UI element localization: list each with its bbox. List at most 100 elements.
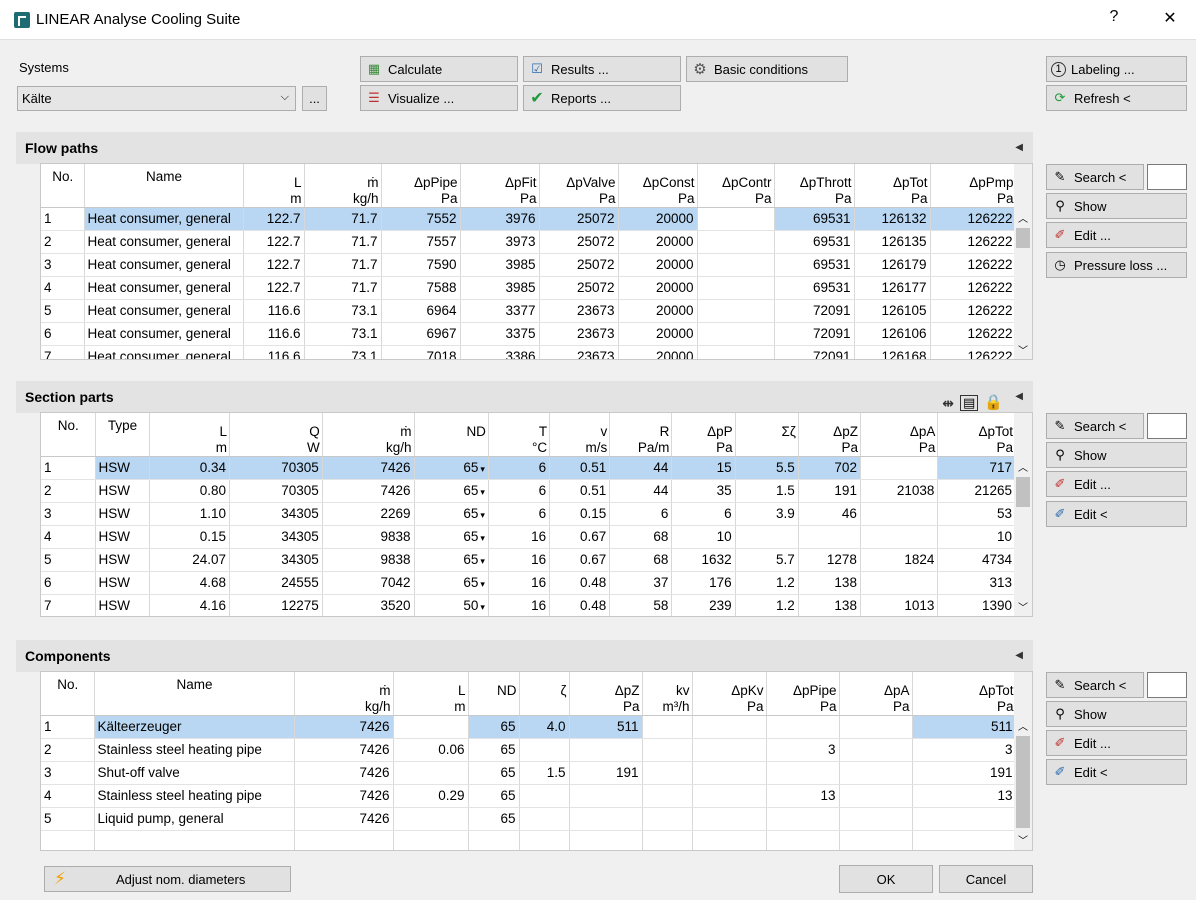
refresh-button[interactable]: ⟳ Refresh <: [1046, 85, 1187, 111]
table-cell[interactable]: 0.67: [549, 525, 611, 549]
table-cell[interactable]: [798, 525, 861, 549]
flow-paths-col-header[interactable]: ΔpPmp Pa: [930, 164, 1017, 208]
flow-paths-col-header[interactable]: ΔpContr Pa: [697, 164, 775, 208]
section-parts-scrollbar[interactable]: ︿ ﹀: [1014, 413, 1032, 616]
section-parts-col-header[interactable]: No.: [41, 413, 96, 457]
table-cell[interactable]: 21038: [860, 479, 939, 503]
section-show-button[interactable]: ⚲ Show: [1046, 442, 1187, 468]
dropdown-arrow-icon[interactable]: ▾: [480, 510, 485, 520]
table-cell[interactable]: [912, 830, 1017, 850]
table-cell[interactable]: 126222: [930, 299, 1017, 323]
table-cell[interactable]: 34305: [229, 525, 323, 549]
collapse-arrow-icon[interactable]: ◀: [1015, 640, 1023, 672]
table-cell[interactable]: 13: [912, 784, 1017, 808]
table-cell[interactable]: 6: [41, 571, 96, 595]
table-cell[interactable]: 69531: [774, 230, 855, 254]
labeling-button[interactable]: 1 Labeling ...: [1046, 56, 1187, 82]
table-cell[interactable]: 138: [798, 571, 861, 595]
table-row[interactable]: 5 Heat consumer, general 116.6 73.1 6964 3377…: [41, 299, 1017, 323]
table-cell[interactable]: [839, 715, 913, 739]
table-cell[interactable]: 34305: [229, 548, 323, 572]
table-cell[interactable]: 4734: [937, 548, 1016, 572]
table-row[interactable]: 2 Stainless steel heating pipe 7426 0.06 65 3…: [41, 738, 1017, 762]
table-cell[interactable]: 44: [609, 456, 673, 480]
table-cell[interactable]: 69531: [774, 207, 855, 231]
scroll-up-icon[interactable]: ︿: [1014, 210, 1032, 225]
section-parts-col-header[interactable]: R Pa/m: [609, 413, 673, 457]
table-cell[interactable]: [393, 761, 469, 785]
scroll-thumb[interactable]: [1016, 477, 1030, 507]
systems-select[interactable]: Kälte ⌵: [17, 86, 296, 111]
table-cell[interactable]: Heat consumer, general: [84, 345, 244, 359]
table-cell[interactable]: 122.7: [243, 230, 305, 254]
section-parts-col-header[interactable]: Σζ: [735, 413, 799, 457]
table-cell[interactable]: 126168: [854, 345, 931, 359]
table-cell[interactable]: [839, 761, 913, 785]
table-cell[interactable]: 3: [41, 502, 96, 526]
table-cell[interactable]: 10: [937, 525, 1016, 549]
table-cell[interactable]: [697, 345, 775, 359]
table-cell[interactable]: 4.68: [149, 571, 231, 595]
table-cell[interactable]: 176: [671, 571, 736, 595]
table-cell[interactable]: 73.1: [304, 345, 382, 359]
ok-button[interactable]: OK: [839, 865, 933, 893]
help-button[interactable]: ?: [1102, 8, 1126, 26]
table-cell[interactable]: 1: [41, 456, 96, 480]
table-cell[interactable]: [569, 830, 643, 850]
table-cell[interactable]: [839, 807, 913, 831]
components-edit-button[interactable]: ✐ Edit ...: [1046, 730, 1187, 756]
table-cell[interactable]: 126105: [854, 299, 931, 323]
table-cell[interactable]: 1390: [937, 594, 1016, 616]
table-cell[interactable]: 7588: [381, 276, 461, 300]
table-cell[interactable]: Kälteerzeuger: [94, 715, 295, 739]
table-row[interactable]: 4 Stainless steel heating pipe 7426 0.29 65 1…: [41, 784, 1017, 808]
table-row[interactable]: 5 HSW 24.07 34305 9838 65 ▾ 16 0.67 68 1632 5.7 1278…: [41, 548, 1016, 572]
dropdown-arrow-icon[interactable]: ▾: [480, 556, 485, 566]
table-cell[interactable]: 6: [488, 502, 551, 526]
table-cell[interactable]: [860, 502, 939, 526]
table-cell[interactable]: 6: [671, 502, 736, 526]
table-cell[interactable]: 16: [488, 571, 551, 595]
table-cell[interactable]: 6: [41, 322, 85, 346]
table-cell[interactable]: 70305: [229, 479, 323, 503]
flow-edit-button[interactable]: ✐ Edit ...: [1046, 222, 1187, 248]
section-parts-col-header[interactable]: ṁ kg/h: [322, 413, 415, 457]
scroll-down-icon[interactable]: ﹀: [1014, 832, 1032, 847]
dropdown-arrow-icon[interactable]: ▾: [480, 464, 485, 474]
table-cell[interactable]: [697, 299, 775, 323]
dropdown-arrow-icon[interactable]: ▾: [480, 602, 485, 612]
table-cell[interactable]: 35: [671, 479, 736, 503]
close-window-button[interactable]: ✕: [1158, 8, 1182, 28]
flow-show-button[interactable]: ⚲ Show: [1046, 193, 1187, 219]
table-cell[interactable]: 6: [488, 479, 551, 503]
table-cell[interactable]: 511: [569, 715, 643, 739]
table-cell[interactable]: 23673: [539, 299, 619, 323]
table-cell[interactable]: 68: [609, 548, 673, 572]
table-cell[interactable]: [393, 830, 469, 850]
table-cell[interactable]: 138: [798, 594, 861, 616]
table-cell[interactable]: 9838: [322, 548, 415, 572]
table-row[interactable]: 6 HSW 4.68 24555 7042 65 ▾ 16 0.48 37 176 1.2 138 313: [41, 571, 1016, 595]
table-row[interactable]: [41, 830, 1017, 850]
table-cell[interactable]: [697, 207, 775, 231]
table-cell[interactable]: [692, 715, 767, 739]
components-col-header[interactable]: ND: [468, 672, 520, 716]
table-cell[interactable]: 126179: [854, 253, 931, 277]
flow-paths-col-header[interactable]: ΔpConst Pa: [618, 164, 698, 208]
table-cell[interactable]: 25072: [539, 207, 619, 231]
table-cell[interactable]: [569, 738, 643, 762]
table-cell[interactable]: 20000: [618, 299, 698, 323]
table-cell[interactable]: 126222: [930, 322, 1017, 346]
table-row[interactable]: 3 Shut-off valve 7426 65 1.5 191 191: [41, 761, 1017, 785]
table-row[interactable]: 2 HSW 0.80 70305 7426 65 ▾ 6 0.51 44 35 1.5 191 21038…: [41, 479, 1016, 503]
scroll-thumb[interactable]: [1016, 736, 1030, 828]
table-cell[interactable]: 73.1: [304, 322, 382, 346]
table-cell[interactable]: 25072: [539, 230, 619, 254]
table-cell[interactable]: 65 ▾: [414, 571, 489, 595]
table-cell[interactable]: 24.07: [149, 548, 231, 572]
table-cell[interactable]: [860, 456, 939, 480]
table-cell[interactable]: 5: [41, 807, 95, 831]
table-cell[interactable]: 1278: [798, 548, 861, 572]
table-cell[interactable]: [692, 807, 767, 831]
table-cell[interactable]: 4: [41, 276, 85, 300]
